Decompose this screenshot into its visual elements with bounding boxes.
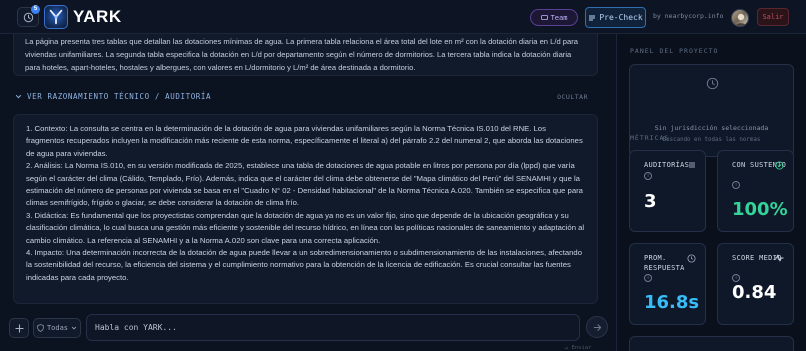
reasoning-toggle-label: VER RAZONAMIENTO TÉCNICO / AUDITORÍA (27, 92, 212, 101)
reasoning-panel: 1. Contexto: La consulta se centra en la… (13, 114, 598, 304)
jurisdiction-card[interactable]: Sin jurisdicción seleccionada Buscando e… (629, 64, 794, 157)
metric-card-audits: AUDITORÍAS i 3 (629, 150, 706, 232)
shield-icon (37, 324, 44, 332)
reasoning-paragraph: 3. Didáctica: Es fundamental que los pro… (26, 210, 585, 245)
project-panel-label: PANEL DEL PROYECTO (630, 47, 719, 55)
panel-card (629, 336, 794, 351)
reasoning-toggle[interactable]: VER RAZONAMIENTO TÉCNICO / AUDITORÍA (15, 92, 211, 101)
list-icon (689, 162, 695, 168)
metric-value: 0.84 (732, 282, 777, 303)
top-bar: 5 YARK Team Pre-Check by nearbycorp.info… (0, 0, 806, 34)
reasoning-paragraph: 4. Impacto: Una determinación incorrecta… (26, 248, 582, 282)
send-button[interactable] (586, 316, 608, 338)
metric-card-response: PROM. RESPUESTA i 16.8s (629, 243, 706, 325)
page-summary: La página presenta tres tablas que detal… (13, 34, 598, 76)
activity-icon (774, 254, 784, 262)
logout-button[interactable]: Salir (757, 8, 789, 26)
precheck-button[interactable]: Pre-Check (585, 7, 646, 28)
info-icon[interactable]: i (732, 181, 740, 189)
clock-icon (687, 254, 696, 263)
check-circle-icon (775, 161, 784, 170)
team-label: Team (550, 13, 568, 22)
yark-logo-icon (49, 9, 63, 25)
hide-button[interactable]: OCULTAR (557, 93, 588, 101)
info-icon[interactable]: i (644, 172, 652, 180)
arrow-right-icon (593, 323, 601, 331)
chevron-down-icon (15, 94, 22, 99)
metric-value: 100% (732, 199, 788, 220)
jurisdiction-title: Sin jurisdicción seleccionada (654, 124, 769, 132)
metric-value: 3 (644, 191, 657, 212)
reasoning-paragraph: 1. Contexto: La consulta se centra en la… (26, 124, 583, 158)
team-button[interactable]: Team (530, 9, 578, 26)
scope-label: Todas (46, 324, 69, 332)
metric-card-support: CON SUSTENTO i 100% (717, 150, 794, 232)
notification-badge: 5 (31, 5, 40, 14)
user-avatar-icon (735, 13, 747, 26)
metrics-label: MÉTRICAS (630, 134, 670, 142)
team-icon (540, 15, 548, 20)
app-logo (44, 5, 68, 29)
chevron-down-icon (71, 326, 77, 330)
scope-select[interactable]: Todas (33, 318, 81, 338)
avatar[interactable] (731, 9, 749, 27)
plus-icon (14, 323, 24, 333)
info-icon[interactable]: i (732, 274, 740, 282)
info-icon[interactable]: i (644, 274, 652, 282)
chat-area: La página presenta tres tablas que detal… (0, 34, 616, 351)
app-title: YARK (73, 7, 122, 26)
shortcut-hint: ↵ Enviar (565, 345, 592, 351)
byline: by nearbycorp.info (653, 12, 724, 20)
clock-icon (23, 12, 33, 22)
metric-card-score: SCORE MEDIO i 0.84 (717, 243, 794, 325)
chat-bar: Todas ↵ Enviar (0, 305, 616, 351)
chat-input[interactable] (86, 314, 580, 341)
clock-icon (706, 77, 719, 90)
reasoning-paragraph: 2. Análisis: La Norma IS.010, en su vers… (26, 161, 583, 208)
reasoning-header: VER RAZONAMIENTO TÉCNICO / AUDITORÍA OCU… (13, 86, 598, 108)
attach-button[interactable] (9, 318, 29, 338)
metric-value: 16.8s (644, 292, 700, 313)
project-panel: PANEL DEL PROYECTO Sin jurisdicción sele… (616, 34, 806, 351)
precheck-label: Pre-Check (599, 13, 643, 22)
list-icon (589, 15, 596, 20)
